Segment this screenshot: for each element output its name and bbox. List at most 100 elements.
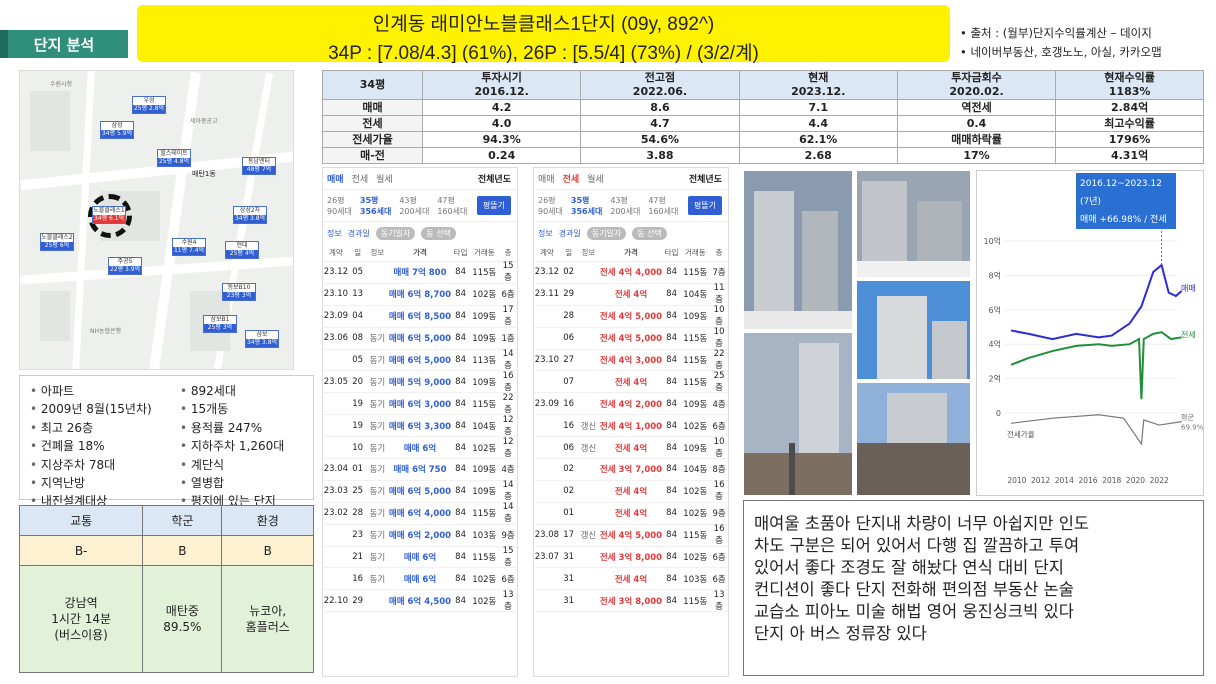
deal-cell: 01: [563, 508, 575, 519]
list-option[interactable]: 동기일자: [375, 226, 416, 240]
deal-price: 전세 4억: [614, 290, 648, 301]
size-tab[interactable]: 47평 160세대: [437, 195, 467, 217]
deal-row[interactable]: 06 갱신 전세 4억 84 109동 10층: [534, 437, 728, 460]
deal-type-toggle[interactable]: 매매: [538, 172, 555, 185]
deal-cell: 84: [455, 333, 466, 344]
deal-row[interactable]: 05 동기 매매 6억 5,000 84 113동 14층: [323, 349, 517, 372]
compare-button[interactable]: 평뜰기: [687, 196, 722, 215]
deal-price: 전세 4억 4,000: [599, 268, 663, 279]
deal-row[interactable]: 19 동기 매매 6억 3,300 84 104동 12층: [323, 415, 517, 438]
deal-row[interactable]: 23.07 31 전세 3억 8,000 84 102동 6층: [534, 547, 728, 569]
deal-row[interactable]: 16 동기 매매 6억 84 102동 6층: [323, 568, 517, 591]
site-photos: [743, 170, 973, 496]
map-pin-target[interactable]: 노블클래스1 34평 6.1억: [92, 206, 126, 224]
size-tab[interactable]: 43평 200세대: [610, 195, 640, 217]
summary-cell: 4.2: [421, 99, 582, 116]
deal-row[interactable]: 23.02 28 동기 매매 6억 4,000 84 115동 14층: [323, 502, 517, 525]
compare-button[interactable]: 평뜰기: [476, 196, 511, 215]
map-pin[interactable]: 주공5 22평 3.9억: [108, 257, 142, 275]
list-option[interactable]: 동 선택: [421, 226, 456, 240]
deal-row[interactable]: 01 전세 4억 84 102동 9층: [534, 503, 728, 525]
year-filter-dropdown[interactable]: 전체년도: [689, 172, 722, 185]
deal-row[interactable]: 23.05 20 동기 매매 5억 9,000 84 109동 16층: [323, 371, 517, 394]
deal-cell: 84: [666, 464, 677, 475]
deal-cell: 동기: [369, 356, 386, 366]
deal-row[interactable]: 21 동기 매매 6억 84 115동 15층: [323, 546, 517, 569]
deal-row[interactable]: 31 전세 4억 84 103동 6층: [534, 568, 728, 591]
list-option[interactable]: 정보: [538, 228, 553, 239]
map-pin[interactable]: 삼성 34평 5.9억: [100, 121, 134, 139]
deal-type-toggle[interactable]: 월세: [587, 172, 604, 185]
map-pin[interactable]: 동보B10 23평 3억: [222, 283, 256, 301]
deal-row[interactable]: 23.04 01 동기 매매 6억 750 84 109동 4층: [323, 459, 517, 481]
size-tab-units: 160세대: [648, 206, 679, 216]
map-pin[interactable]: 힐스테이트 25평 4.8억: [157, 149, 191, 167]
deal-cell: 109동: [472, 334, 497, 345]
deal-row[interactable]: 23.12 02 전세 4억 4,000 84 115동 7층: [534, 262, 728, 284]
deal-cell: 16층: [713, 480, 725, 503]
deal-row[interactable]: 06 전세 4억 5,000 84 115동 10층: [534, 327, 728, 350]
deal-type-toggle[interactable]: 전세: [563, 172, 580, 185]
location-map[interactable]: 매탄1동 세아중공고 NH농협은행 수원시청 우성 25평 2.8억 삼성 34평 …: [19, 70, 294, 370]
map-pin[interactable]: 노블클래스2 25평 6억: [40, 233, 74, 251]
deal-row[interactable]: 23.10 13 매매 6억 8,700 84 102동 6층: [323, 284, 517, 306]
deal-cell: 84: [455, 486, 466, 497]
list-option[interactable]: 정보: [327, 228, 342, 239]
list-option[interactable]: 동 선택: [632, 226, 667, 240]
site-review: 매여울 초품아 단지내 차량이 너무 아쉽지만 인도 차도 구분은 되어 있어서…: [743, 500, 1204, 676]
summary-cell: 2.68: [738, 147, 898, 164]
map-pin[interactable]: 수원4 11평 7.4억: [172, 238, 206, 256]
deal-type-toggle[interactable]: 전세: [352, 172, 369, 185]
deal-cell: 02: [563, 267, 575, 278]
map-pin[interactable]: 삼성2차 34평 3.8억: [233, 206, 267, 224]
map-pin[interactable]: 삼보 34평 3.8억: [245, 330, 279, 348]
deal-row[interactable]: 10 동기 매매 6억 84 102동 12층: [323, 437, 517, 460]
deal-row[interactable]: 23.10 27 전세 4억 3,000 84 115동 22층: [534, 349, 728, 372]
deal-row[interactable]: 23.12 05 매매 7억 800 84 115동 15층: [323, 261, 517, 284]
deal-cell: 23.09: [534, 398, 560, 409]
deal-cell: 84: [455, 398, 466, 409]
deal-row[interactable]: 23.08 17 갱신 전세 4억 5,000 84 115동 16층: [534, 524, 728, 547]
deal-price: 매매 7억 800: [393, 268, 447, 279]
deal-row[interactable]: 23.03 25 동기 매매 6억 5,000 84 109동 14층: [323, 480, 517, 503]
map-pin[interactable]: 현대 25평 4억: [225, 241, 259, 259]
map-pin[interactable]: 삼보B1 25평 3억: [203, 315, 237, 333]
deal-cell: 05: [352, 355, 364, 365]
deal-row[interactable]: 31 전세 3억 8,000 84 115동 13층: [534, 590, 728, 613]
size-tab[interactable]: 26평 90세대: [538, 195, 563, 217]
size-tab[interactable]: 43평 200세대: [399, 195, 429, 217]
deal-row[interactable]: 16 갱신 전세 4억 1,000 84 102동 6층: [534, 415, 728, 438]
deal-row[interactable]: 02 전세 4억 84 102동 16층: [534, 480, 728, 503]
size-tab[interactable]: 47평 160세대: [648, 195, 678, 217]
list-option[interactable]: 경과일: [348, 228, 370, 239]
map-pin[interactable]: 우성 25평 2.8억: [132, 96, 166, 114]
deal-price: 전세 4억 5,000: [599, 312, 663, 323]
size-tab[interactable]: 26평 90세대: [327, 195, 352, 217]
size-tab[interactable]: 35평 356세대: [571, 195, 602, 217]
deal-row[interactable]: 19 동기 매매 6억 3,000 84 115동 22층: [323, 393, 517, 416]
deal-row[interactable]: 23 동기 매매 6억 2,000 84 103동 9층: [323, 525, 517, 547]
list-header-cell: 계약: [328, 248, 343, 257]
deal-row[interactable]: 23.09 04 매매 6억 8,500 84 109동 17층: [323, 305, 517, 328]
size-tab[interactable]: 35평 356세대: [360, 195, 391, 217]
deal-row[interactable]: 28 전세 4억 5,000 84 109동 10층: [534, 305, 728, 328]
size-tabs: 26평 90세대 35평 356세대 43평 200세대 47평 160세대 평뜰기: [534, 190, 728, 222]
deal-row[interactable]: 23.11 29 전세 4억 84 104동 11층: [534, 283, 728, 306]
deal-row[interactable]: 22.10 29 매매 6억 4,500 84 102동 13층: [323, 590, 517, 613]
deal-row[interactable]: 23.09 16 전세 4억 2,000 84 109동 4층: [534, 393, 728, 416]
list-option[interactable]: 경과일: [559, 228, 581, 239]
list-option[interactable]: 동기일자: [586, 226, 627, 240]
sale-deals-panel: 매매 전세 월세 전체년도 26평 90세대 35평 356세대 43평 200세대 47평 160세…: [322, 167, 518, 677]
map-pin[interactable]: 동남엔터 48평 7억: [242, 157, 276, 175]
deal-cell: 동기: [369, 531, 386, 542]
deal-row[interactable]: 23.06 08 동기 매매 6억 5,000 84 109동 1층: [323, 328, 517, 350]
deal-type-toggle[interactable]: 매매: [327, 172, 344, 185]
deal-row[interactable]: 02 전세 3억 7,000 84 104동 8층: [534, 459, 728, 481]
list-options: 정보 경과일 동기일자 동 선택: [323, 222, 517, 244]
summary-header-date: 1183%: [1108, 85, 1151, 98]
deal-price: 전세 4억: [614, 574, 648, 585]
deal-cell: 06: [563, 442, 575, 453]
year-filter-dropdown[interactable]: 전체년도: [478, 172, 511, 185]
deal-type-toggle[interactable]: 월세: [376, 172, 393, 185]
deal-row[interactable]: 07 전세 4억 84 115동 25층: [534, 371, 728, 394]
